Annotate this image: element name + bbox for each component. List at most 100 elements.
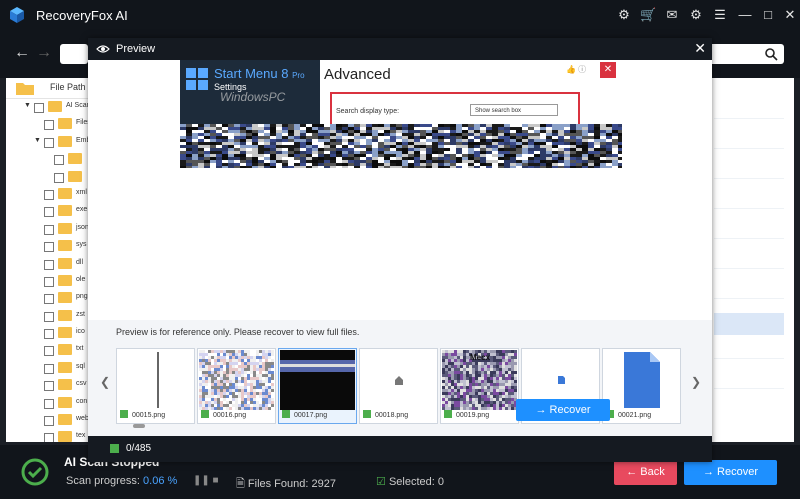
tree-checkbox[interactable] [44,311,54,322]
thumb-text: Mecx [470,353,491,362]
shot-app-title: Start Menu 8 Pro [214,66,305,81]
folder-icon [58,135,72,147]
thumb-scrollbar[interactable] [133,424,145,428]
tree-item[interactable]: csv [6,377,96,394]
tree-checkbox[interactable] [44,433,54,442]
tree-item[interactable]: con [6,395,96,412]
thumbnail-item[interactable]: 00018.png [359,348,438,424]
tree-checkbox[interactable] [44,276,54,287]
tree-item[interactable]: dll [6,256,96,273]
tree-checkbox[interactable] [54,172,64,183]
tree-checkbox[interactable] [44,224,54,235]
preview-close-icon[interactable]: ✕ [694,40,706,57]
shot-heading: Advanced [324,66,391,83]
tree-item-label: json [76,223,89,231]
thumbnail-image [361,350,436,410]
recover-button[interactable]: → Recover [684,460,777,485]
tree-item[interactable]: png [6,290,96,307]
app-logo-icon [10,7,24,23]
thumbnail-item[interactable]: 00015.png [116,348,195,424]
tree-item[interactable]: ole [6,273,96,290]
folder-icon [58,396,72,408]
thumbnail-name: 00017.png [294,412,328,419]
folder-icon [58,431,72,442]
tree-checkbox[interactable] [44,398,54,409]
expand-arrow-icon[interactable]: ▼ [34,137,41,144]
tree-checkbox[interactable] [34,103,44,113]
tree-checkbox[interactable] [44,259,54,270]
tree-checkbox[interactable] [54,155,64,166]
user-key-icon[interactable]: ⚙ [616,7,632,23]
check-icon[interactable] [282,410,290,418]
preview-image: Start Menu 8 Pro Settings WindowsPC Adva… [180,60,622,172]
files-found-text: Files Found: 2927 [247,478,336,490]
selected-row[interactable] [714,313,784,335]
thumb-next-icon[interactable]: ❯ [691,375,701,389]
folder-icon [58,240,72,252]
folder-icon [58,361,72,373]
tree-checkbox[interactable] [44,294,54,305]
tree-item-label: AI Scan [66,102,91,109]
tree-checkbox[interactable] [44,207,54,218]
tree-item[interactable] [6,169,96,186]
preview-dialog: Preview ✕ Start Menu 8 Pro Settings Wind… [88,38,712,462]
thumbnail-caption: 00015.png [120,410,165,419]
tree-item[interactable]: sys [6,238,96,255]
scan-complete-check-icon [21,458,49,486]
tree-item[interactable]: ico [6,325,96,342]
tree-checkbox[interactable] [44,242,54,253]
tree-checkbox[interactable] [44,381,54,392]
minimize-icon[interactable]: — [737,7,753,23]
tree-item[interactable]: tex [6,429,96,442]
thumbnail-caption: 00018.png [363,410,408,419]
tree-item[interactable] [6,151,96,168]
preview-recover-button[interactable]: → Recover [516,399,610,421]
check-icon[interactable] [201,410,209,418]
folder-icon [58,327,72,339]
back-arrow-icon[interactable]: ← [14,44,30,62]
back-button[interactable]: ← Back [614,460,677,485]
check-icon[interactable] [444,410,452,418]
restore-icon[interactable]: □ [760,7,776,23]
expand-arrow-icon[interactable]: ▼ [24,102,31,109]
tree-checkbox[interactable] [44,189,54,200]
tree-item[interactable]: web [6,412,96,429]
tree-checkbox[interactable] [44,137,54,148]
tree-item[interactable]: exe [6,203,96,220]
tree-item[interactable]: json [6,221,96,238]
tree-item[interactable]: xml [6,186,96,203]
tree-checkbox[interactable] [44,346,54,357]
close-icon[interactable]: ✕ [782,7,798,23]
thumbnail-item[interactable]: 00021.png [602,348,681,424]
tree-item[interactable]: Files [6,116,96,133]
tree-item[interactable]: ▼ AI Scan [6,99,96,116]
thumbnail-item[interactable]: 00016.png [197,348,276,424]
check-icon[interactable] [363,410,371,418]
search-box[interactable] [704,44,784,64]
thumbnail-image [199,350,274,410]
folder-icon [58,222,72,234]
search-icon[interactable] [764,47,778,61]
scan-progress-value: 0.06 % [143,475,178,487]
scan-progress: Scan progress: 0.06 % [66,475,177,487]
folder-icon [58,414,72,426]
forward-arrow-icon[interactable]: → [36,44,52,62]
tree-item[interactable]: txt [6,342,96,359]
tree-checkbox[interactable] [44,363,54,374]
menu-icon[interactable]: ☰ [712,7,728,23]
tree-item[interactable]: zst [6,308,96,325]
cart-icon[interactable]: 🛒 [640,7,656,23]
tree-checkbox[interactable] [44,416,54,427]
tree-item[interactable]: sql [6,360,96,377]
thumbnail-item[interactable]: 00017.png [278,348,357,424]
check-icon[interactable] [120,410,128,418]
feedback-icon[interactable]: ✉ [664,7,680,23]
tree-item[interactable]: ▼ Emb [6,134,96,151]
drive-chip[interactable] [60,44,88,64]
thumbnail-item[interactable]: Mecx 00019.png [440,348,519,424]
settings-gear-icon[interactable]: ⚙ [688,7,704,23]
thumbnail-image: Mecx [442,350,517,410]
tree-checkbox[interactable] [44,120,54,131]
tree-checkbox[interactable] [44,329,54,340]
pause-stop-controls[interactable]: ❚❚ ■ [193,475,219,486]
